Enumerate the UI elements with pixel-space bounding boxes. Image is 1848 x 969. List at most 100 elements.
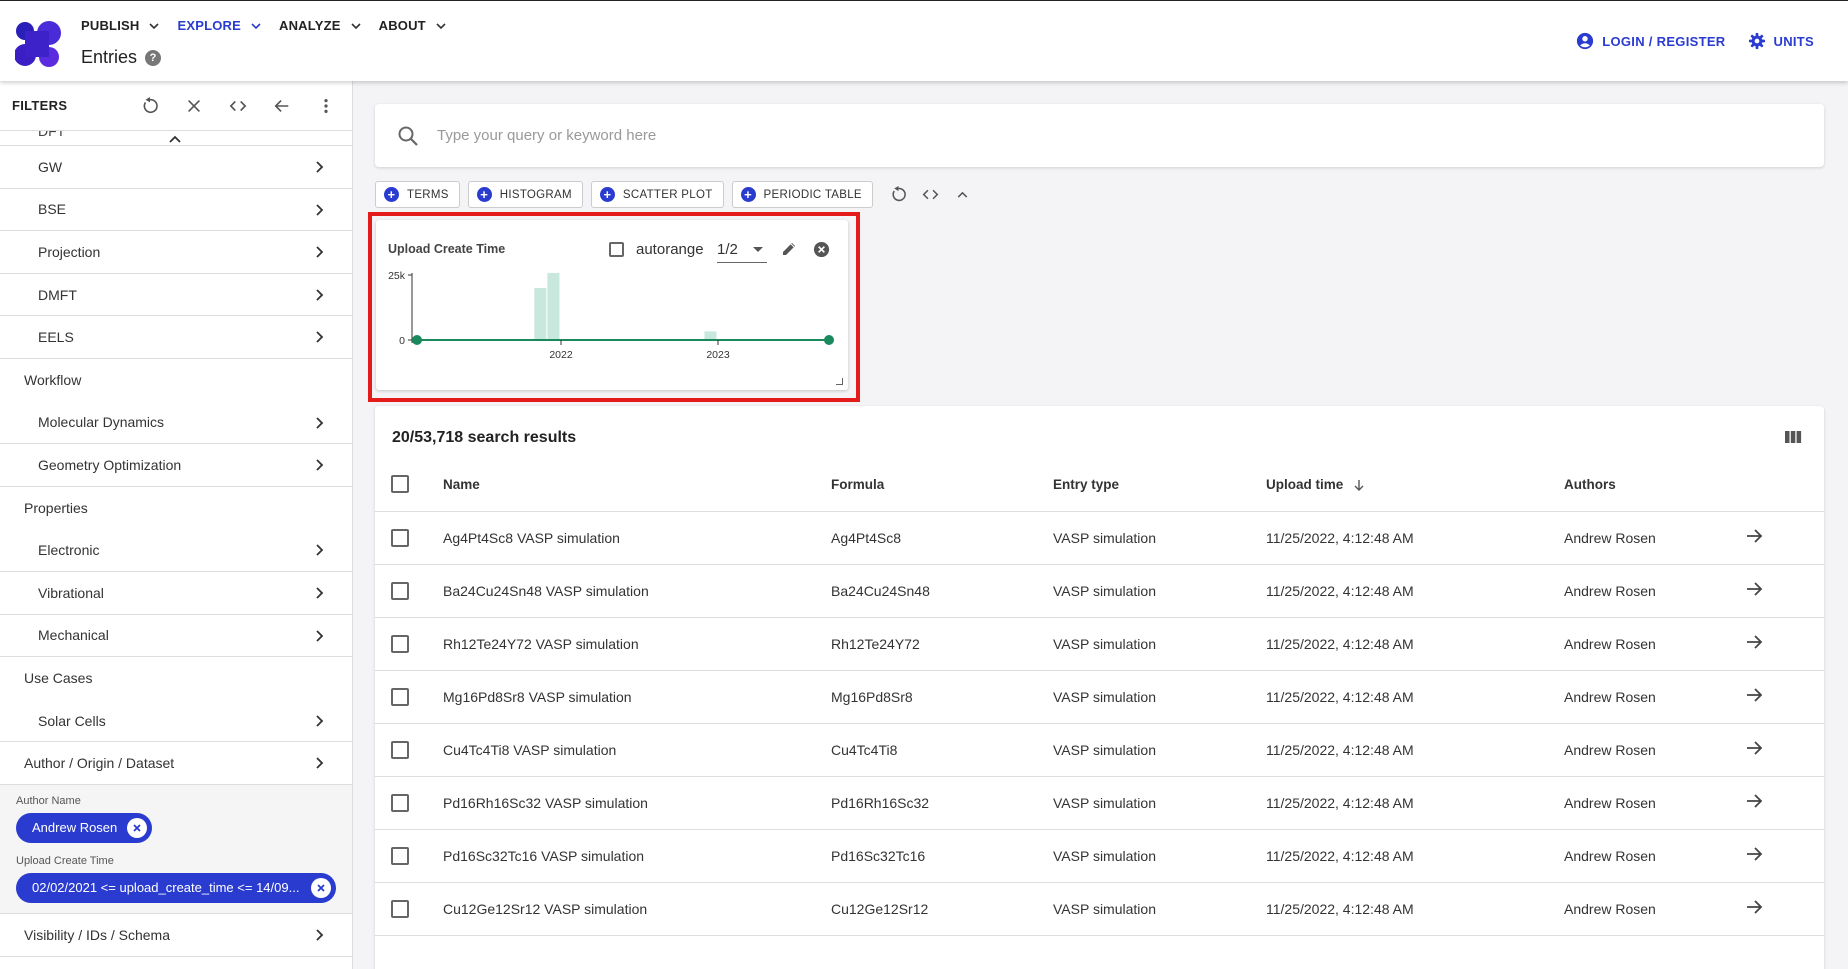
sidebar-item-vibrational[interactable]: Vibrational [0,572,352,615]
select-all-checkbox[interactable] [391,475,409,494]
sidebar-item-bse[interactable]: BSE [0,189,352,232]
cell-name: Rh12Te24Y72 VASP simulation [443,635,639,652]
sidebar-item-use-cases[interactable]: Use Cases [0,657,352,700]
sidebar-item-mechanical[interactable]: Mechanical [0,615,352,658]
column-header-upload-time[interactable]: Upload time [1266,458,1564,512]
row-checkbox[interactable] [391,634,409,653]
nav-about[interactable]: ABOUT [379,18,446,33]
search-icon [398,126,418,146]
column-header-authors[interactable]: Authors [1564,458,1744,512]
row-checkbox[interactable] [391,581,409,600]
scale-select[interactable]: 1/2 [717,241,767,263]
arrow-back-icon[interactable] [272,96,292,116]
table-row[interactable]: Pd16Rh16Sc32 VASP simulation Pd16Rh16Sc32… [375,776,1824,830]
sidebar-item-author-origin-dataset[interactable]: Author / Origin / Dataset [0,742,352,785]
code-icon[interactable] [921,185,941,205]
main-nav: PUBLISH EXPLORE ANALYZE ABOUT [81,18,446,33]
more-vert-icon[interactable] [316,96,336,116]
row-checkbox[interactable] [391,528,409,547]
sidebar-item-gw[interactable]: GW [0,146,352,189]
sidebar-item-projection[interactable]: Projection [0,231,352,274]
close-icon[interactable] [127,817,148,838]
column-header-entry-type[interactable]: Entry type [1053,458,1266,512]
sidebar-item-properties[interactable]: Properties [0,486,352,530]
sidebar-item-visibility[interactable]: Visibility / IDs / Schema [0,913,352,957]
histogram-bar-2[interactable] [704,331,717,340]
arrow-forward-icon[interactable] [1744,738,1764,758]
table-row[interactable]: Cu12Ge12Sr12 VASP simulation Cu12Ge12Sr12… [375,882,1824,936]
range-slider-handle-min[interactable] [412,335,422,345]
close-icon[interactable] [311,877,331,898]
autorange-checkbox[interactable] [609,242,624,257]
table-row[interactable]: Rh12Te24Y72 VASP simulation Rh12Te24Y72 VA… [375,617,1824,671]
sidebar-item-geometry-optimization[interactable]: Geometry Optimization [0,444,352,487]
sidebar-item-dft[interactable]: DFT [0,131,352,146]
cell-authors: Andrew Rosen [1564,582,1656,599]
add-icon: + [599,187,615,202]
column-header-name[interactable]: Name [443,458,831,512]
header-actions: LOGIN / REGISTER UNITS [1576,32,1814,50]
histogram-bar-0[interactable] [534,288,547,340]
row-checkbox[interactable] [391,846,409,865]
sidebar-item-electronic[interactable]: Electronic [0,529,352,572]
sidebar-item-dmft[interactable]: DMFT [0,274,352,317]
chevron-down-icon [436,22,446,29]
arrow-forward-icon[interactable] [1744,844,1764,864]
cell-name: Mg16Pd8Sr8 VASP simulation [443,688,632,705]
table-row[interactable]: Ag4Pt4Sc8 VASP simulation Ag4Pt4Sc8 VASP s… [375,511,1824,565]
arrow-forward-icon[interactable] [1744,526,1764,546]
code-icon[interactable] [228,96,248,116]
arrow-down-icon[interactable] [1353,479,1365,492]
nav-publish[interactable]: PUBLISH [81,18,160,33]
arrow-forward-icon[interactable] [1744,579,1764,599]
app-logo[interactable] [15,21,61,67]
reset-icon[interactable] [140,96,160,116]
table-row[interactable]: Cu4Tc4Ti8 VASP simulation Cu4Tc4Ti8 VASP s… [375,723,1824,777]
sidebar-item-molecular-dynamics[interactable]: Molecular Dynamics [0,402,352,445]
reset-icon[interactable] [889,185,909,205]
arrow-forward-icon[interactable] [1744,632,1764,652]
help-icon[interactable]: ? [145,49,162,66]
sidebar-item-solar-cells[interactable]: Solar Cells [0,700,352,743]
row-checkbox[interactable] [391,793,409,812]
sidebar-item-eels[interactable]: EELS [0,316,352,359]
row-checkbox[interactable] [391,740,409,759]
time-filter-chip[interactable]: 02/02/2021 <= upload_create_time <= 14/0… [16,872,336,903]
resize-handle[interactable] [836,378,843,385]
add-terms-widget-button[interactable]: + TERMS [375,181,460,208]
clear-icon[interactable] [184,96,204,116]
cell-formula: Pd16Rh16Sc32 [831,794,930,811]
edit-icon[interactable] [780,240,798,258]
chevron-up-icon[interactable] [168,134,182,144]
arrow-forward-icon[interactable] [1744,897,1764,917]
arrow-forward-icon[interactable] [1744,685,1764,705]
histogram-bar-1[interactable] [547,272,560,340]
cell-authors: Andrew Rosen [1564,794,1656,811]
nav-label: PUBLISH [81,18,140,33]
row-checkbox[interactable] [391,899,409,918]
sidebar-item-label: Visibility / IDs / Schema [24,926,171,943]
login-register-button[interactable]: LOGIN / REGISTER [1576,32,1725,50]
units-button[interactable]: UNITS [1748,32,1815,50]
add-periodic-table-widget-button[interactable]: + PERIODIC TABLE [731,181,873,208]
table-row[interactable]: Pd16Sc32Tc16 VASP simulation Pd16Sc32Tc16… [375,829,1824,883]
sidebar-item-workflow[interactable]: Workflow [0,358,352,402]
row-checkbox[interactable] [391,687,409,706]
column-header-formula[interactable]: Formula [831,458,1053,512]
cell-name: Pd16Sc32Tc16 VASP simulation [443,847,645,864]
author-filter-chip[interactable]: Andrew Rosen [16,812,153,843]
chevron-up-icon[interactable] [953,185,973,205]
chevron-right-icon [316,203,324,216]
chevron-down-icon [149,22,160,29]
table-row[interactable]: Mg16Pd8Sr8 VASP simulation Mg16Pd8Sr8 VASP… [375,670,1824,724]
table-row[interactable]: Ba24Cu24Sn48 VASP simulation Ba24Cu24Sn48… [375,564,1824,618]
add-scatter-plot-widget-button[interactable]: + SCATTER PLOT [590,181,724,208]
close-circle-icon[interactable] [813,241,830,258]
nav-explore[interactable]: EXPLORE [177,18,261,33]
add-histogram-widget-button[interactable]: + HISTOGRAM [467,181,583,208]
range-slider-handle-max[interactable] [824,335,834,345]
search-input[interactable] [437,127,1737,144]
view-column-icon[interactable] [1784,428,1802,446]
nav-analyze[interactable]: ANALYZE [279,18,361,33]
arrow-forward-icon[interactable] [1744,791,1764,811]
